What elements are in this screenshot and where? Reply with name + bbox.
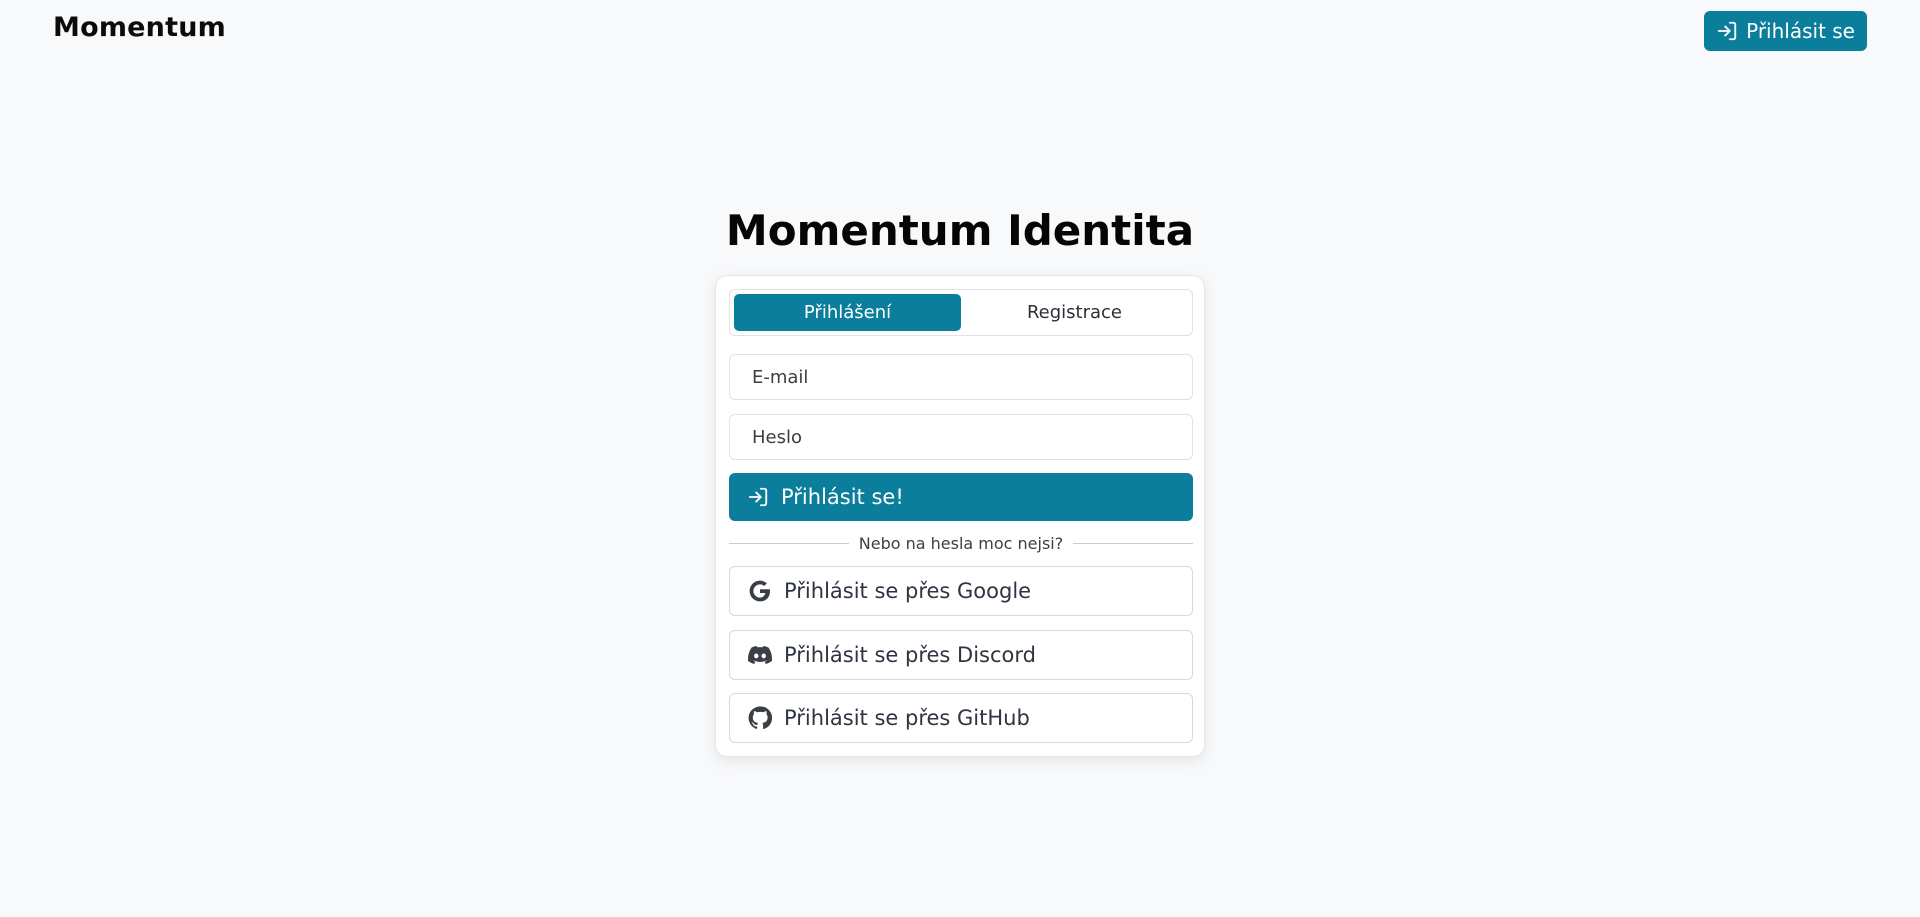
password-field[interactable] [729,414,1193,460]
login-submit-label: Přihlásit se! [781,485,904,509]
header-login-button[interactable]: Přihlásit se [1704,11,1867,51]
google-icon [749,580,770,602]
auth-tabs: Přihlášení Registrace [729,289,1193,336]
github-login-button[interactable]: Přihlásit se přes GitHub [729,693,1193,743]
header-login-label: Přihlásit se [1746,19,1855,43]
tab-register[interactable]: Registrace [961,294,1188,331]
divider-line-right [1073,542,1193,544]
login-icon [1717,21,1737,41]
google-login-label: Přihlásit se přes Google [784,579,1032,603]
divider-line-left [729,542,849,544]
discord-login-label: Přihlásit se přes Discord [784,643,1036,667]
login-icon [748,487,768,507]
login-card: Přihlášení Registrace Přihlásit se! Nebo… [715,275,1205,757]
divider-text: Nebo na hesla moc nejsi? [858,533,1064,553]
discord-login-button[interactable]: Přihlásit se přes Discord [729,630,1193,680]
email-field[interactable] [729,354,1193,400]
brand-logo[interactable]: Momentum [53,12,226,43]
divider: Nebo na hesla moc nejsi? [729,531,1193,555]
github-icon [748,706,772,730]
login-submit-button[interactable]: Přihlásit se! [729,473,1193,521]
github-login-label: Přihlásit se přes GitHub [784,706,1030,730]
discord-icon [748,646,772,664]
google-login-button[interactable]: Přihlásit se přes Google [729,566,1193,616]
top-bar: Momentum Přihlásit se [0,0,1920,62]
page-title: Momentum Identita [725,206,1195,255]
tab-login[interactable]: Přihlášení [734,294,961,331]
